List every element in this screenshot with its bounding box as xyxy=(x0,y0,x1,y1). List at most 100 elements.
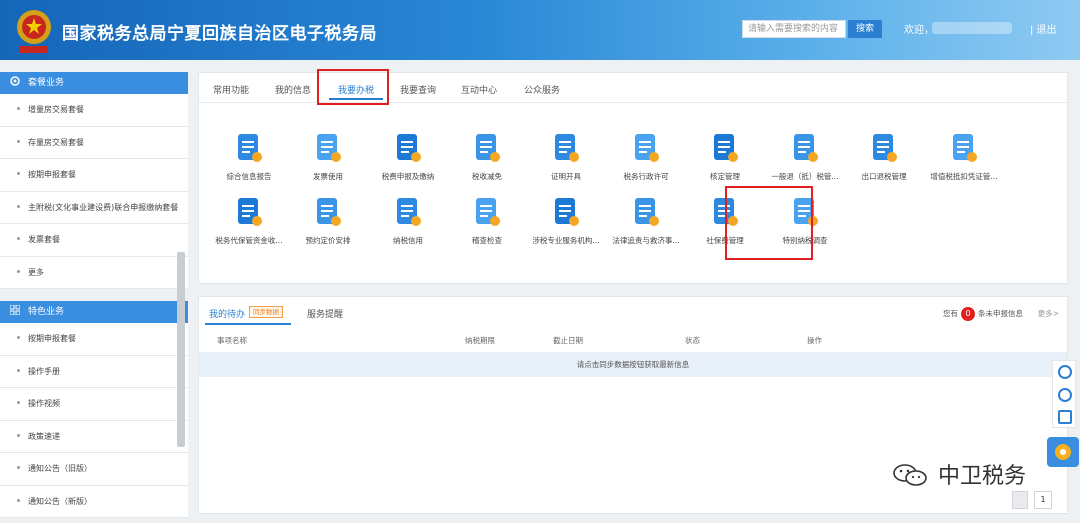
tax-relief-icon xyxy=(476,134,500,162)
function-item[interactable]: 核定管理 xyxy=(680,131,770,191)
tab-my-info[interactable]: 我的信息 xyxy=(275,83,311,96)
welcome-text: 欢迎， xyxy=(904,25,934,36)
approval-icon xyxy=(714,134,738,162)
legal-icon xyxy=(635,198,659,226)
function-item[interactable]: 涉税专业服务机构... xyxy=(521,195,611,255)
sidebar-section-featured[interactable]: 特色业务 xyxy=(0,301,188,323)
col-status: 状态 xyxy=(685,336,700,345)
function-item[interactable]: 法律追责与救济事... xyxy=(601,195,691,255)
more-link[interactable]: 更多> xyxy=(1038,308,1059,319)
sidebar-item[interactable]: 操作视频 xyxy=(0,388,188,421)
function-item[interactable]: 税务行政许可 xyxy=(601,131,691,191)
function-label: 纳税信用 xyxy=(393,236,423,245)
sidebar-item[interactable]: 存量房交易套餐 xyxy=(0,126,188,159)
service-icon[interactable] xyxy=(1058,365,1072,379)
pager-current-page[interactable]: 1 xyxy=(1034,491,1052,509)
search-input[interactable]: 请输入需要搜索的内容 xyxy=(742,20,846,38)
function-label: 税费申报及缴纳 xyxy=(381,172,435,181)
function-item[interactable]: 税费申报及缴纳 xyxy=(363,131,453,191)
report-icon xyxy=(238,134,262,162)
tab-common[interactable]: 常用功能 xyxy=(213,83,249,96)
logout-link[interactable]: | 退出 xyxy=(1030,21,1057,36)
function-item[interactable]: 税收减免 xyxy=(442,131,532,191)
grid-icon xyxy=(10,305,20,315)
function-label: 税务代保管资金收... xyxy=(215,236,283,245)
function-label: 增值税抵扣凭证管... xyxy=(930,172,998,181)
sidebar: 套餐业务 增量房交易套餐 存量房交易套餐 按期申报套餐 主附税(文化事业建设费)… xyxy=(0,72,188,523)
tab-my-todo[interactable]: 我的待办 xyxy=(209,307,245,320)
empty-table-message: 请点击同步数据按钮获取最新信息 xyxy=(199,353,1067,377)
active-todo-indicator xyxy=(205,323,291,325)
sidebar-item[interactable]: 主附税(文化事业建设费)联合申报缴纳套餐 xyxy=(0,191,188,224)
table-header: 事项名称 纳税期限 截止日期 状态 操作 xyxy=(199,327,1067,353)
sidebar-item[interactable]: 增量房交易套餐 xyxy=(0,94,188,127)
function-label: 综合信息报告 xyxy=(226,172,272,181)
highlight-box-tab xyxy=(317,69,389,105)
function-item[interactable]: 综合信息报告 xyxy=(204,131,294,191)
function-label: 出口退税管理 xyxy=(861,172,907,181)
sidebar-item[interactable]: 通知公告（旧版） xyxy=(0,453,188,486)
tab-interaction[interactable]: 互动中心 xyxy=(461,83,497,96)
function-label: 核定管理 xyxy=(710,172,740,181)
assistant-button[interactable] xyxy=(1047,437,1079,467)
function-item[interactable]: 证明开具 xyxy=(521,131,611,191)
function-item[interactable]: 税务代保管资金收... xyxy=(204,195,294,255)
certificate-icon xyxy=(555,134,579,162)
function-label: 发票使用 xyxy=(313,172,343,181)
username-blurred xyxy=(932,22,1012,34)
sidebar-section-package[interactable]: 套餐业务 xyxy=(0,72,188,94)
function-item[interactable]: 预约定价安排 xyxy=(283,195,373,255)
col-item-name: 事项名称 xyxy=(217,336,247,345)
sidebar-item[interactable]: 按期申报套餐 xyxy=(0,323,188,356)
sidebar-item[interactable]: 操作手册 xyxy=(0,355,188,388)
message-icon[interactable] xyxy=(1058,410,1072,424)
sidebar-item[interactable]: 通知公告（新版） xyxy=(0,485,188,518)
wechat-icon xyxy=(893,464,927,486)
sidebar-item[interactable]: 政策速递 xyxy=(0,420,188,453)
national-emblem-icon xyxy=(17,10,51,53)
license-icon xyxy=(635,134,659,162)
function-label: 税收减免 xyxy=(472,172,502,181)
tab-service-reminder[interactable]: 服务提醒 xyxy=(307,307,343,320)
credit-icon xyxy=(397,198,421,226)
sidebar-item[interactable]: 发票套餐 xyxy=(0,224,188,257)
info-icon[interactable] xyxy=(1058,388,1072,402)
function-label: 税务行政许可 xyxy=(623,172,669,181)
function-item[interactable]: 发票使用 xyxy=(283,131,373,191)
col-tax-period: 纳税期限 xyxy=(465,336,495,345)
watermark-text: 中卫税务 xyxy=(938,464,1027,489)
tab-query[interactable]: 我要查询 xyxy=(400,83,436,96)
tab-public-service[interactable]: 公众服务 xyxy=(524,83,560,96)
function-item[interactable]: 稽查检查 xyxy=(442,195,532,255)
function-item[interactable]: 出口退税管理 xyxy=(839,131,929,191)
custody-fund-icon xyxy=(238,198,262,226)
sync-data-button[interactable]: 同步数据 xyxy=(249,306,283,318)
function-label: 涉税专业服务机构... xyxy=(532,236,600,245)
export-refund-icon xyxy=(873,134,897,162)
pricing-icon xyxy=(317,198,341,226)
refund-icon xyxy=(794,134,818,162)
package-icon xyxy=(10,76,20,86)
undeclared-notice: 您有 0 条未申报信息 xyxy=(943,307,1023,321)
col-deadline: 截止日期 xyxy=(553,336,583,345)
function-label: 证明开具 xyxy=(551,172,581,181)
search-button[interactable]: 搜索 xyxy=(848,20,882,38)
function-item[interactable]: 一般退（抵）税管... xyxy=(760,131,850,191)
highlight-box-social-security xyxy=(725,186,813,260)
function-item[interactable]: 纳税信用 xyxy=(363,195,453,255)
sidebar-scrollbar[interactable] xyxy=(177,252,185,447)
function-label: 法律追责与救济事... xyxy=(612,236,680,245)
pager-prev-button[interactable] xyxy=(1012,491,1028,509)
sidebar-item[interactable]: 按期申报套餐 xyxy=(0,159,188,192)
function-label: 一般退（抵）税管... xyxy=(771,172,839,181)
agency-icon xyxy=(555,198,579,226)
tax-declare-icon xyxy=(397,134,421,162)
site-title: 国家税务总局宁夏回族自治区电子税务局 xyxy=(62,24,377,44)
function-item[interactable]: 增值税抵扣凭证管... xyxy=(919,131,1009,191)
sidebar-item-more[interactable]: 更多 xyxy=(0,256,188,289)
bell-icon xyxy=(1055,444,1071,460)
invoice-icon xyxy=(317,134,341,162)
inspection-icon xyxy=(476,198,500,226)
floating-toolbar xyxy=(1052,360,1076,428)
function-label: 稽查检查 xyxy=(472,236,502,245)
